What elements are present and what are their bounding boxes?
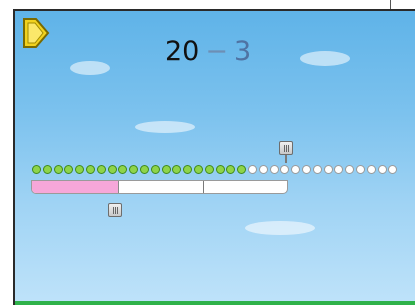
counter-dot-filled [86, 165, 95, 174]
counter-dot-empty [291, 165, 301, 174]
cloud [245, 221, 315, 235]
counter-drag-handle[interactable] [279, 141, 293, 155]
counter-dot-empty [269, 165, 279, 174]
ground-strip [15, 301, 415, 305]
counter-dot-empty [258, 165, 268, 174]
counter-dot-empty [312, 165, 322, 174]
counter-dot-filled [237, 165, 247, 174]
counter-dot-empty [366, 165, 376, 174]
counter-dot-filled [53, 165, 63, 174]
drag-handle-icon [113, 207, 118, 214]
counter-dot-filled [194, 165, 203, 174]
counter-dot-filled [161, 165, 171, 174]
counter-dot-filled [75, 165, 85, 174]
counter-dot-filled [32, 165, 41, 174]
counter-dot-filled [172, 165, 182, 174]
counter-dot-empty [334, 165, 344, 174]
bar-drag-handle[interactable] [108, 203, 122, 217]
counter-dot-filled [215, 165, 225, 174]
counter-dot-filled [96, 165, 106, 174]
minus-sign: − [205, 36, 228, 67]
progress-bar-fill [32, 181, 119, 193]
counter-dot-filled [140, 165, 149, 174]
counter-dot-filled [150, 165, 160, 174]
counter-dot-filled [107, 165, 117, 174]
back-arrow-icon [23, 18, 50, 48]
minuend: 20 [165, 36, 200, 67]
counter-dot-empty [377, 165, 387, 174]
counter-dot-filled [129, 165, 139, 174]
counter-dot-filled [183, 165, 193, 174]
handle-stem [285, 155, 287, 163]
subtrahend: 3 [233, 36, 252, 67]
counter-dot-filled [42, 165, 52, 174]
progress-bar-marker [202, 181, 204, 193]
counter-dot-filled [64, 165, 74, 174]
equation: 20−3 [165, 36, 251, 67]
counter-dot-filled [226, 165, 236, 174]
counter-dot-empty [345, 165, 355, 174]
counter-dot-empty [248, 165, 257, 174]
counter-dot-empty [356, 165, 365, 174]
cloud [135, 121, 195, 133]
counter-dot-empty [323, 165, 333, 174]
cloud [70, 61, 110, 75]
counter-dot-empty [280, 165, 290, 174]
counter-dot-empty [302, 165, 311, 174]
progress-bar [31, 180, 288, 194]
back-button[interactable] [22, 17, 50, 49]
counter-dot-filled [204, 165, 214, 174]
counter-dot-empty [388, 165, 398, 174]
cloud [300, 51, 350, 66]
counter-dot-filled [118, 165, 128, 174]
drag-handle-icon [284, 145, 289, 152]
game-scene: 20−3 [13, 9, 415, 305]
